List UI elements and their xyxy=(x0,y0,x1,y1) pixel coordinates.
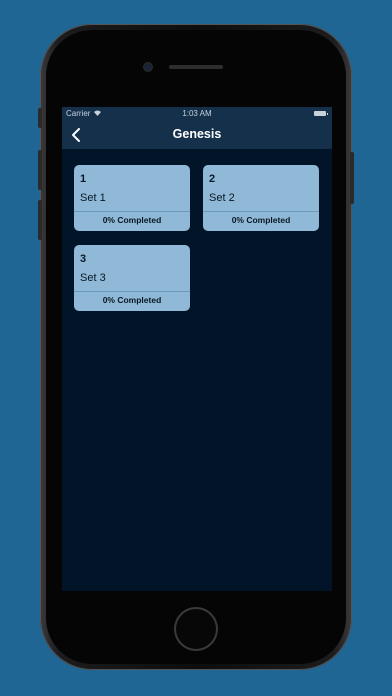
front-camera xyxy=(144,63,152,71)
set-card[interactable]: 3 Set 3 0% Completed xyxy=(74,245,190,311)
set-name: Set 3 xyxy=(80,272,106,284)
set-card[interactable]: 1 Set 1 0% Completed xyxy=(74,165,190,231)
volume-down-button xyxy=(38,200,42,240)
set-number: 3 xyxy=(80,253,87,265)
card-divider xyxy=(203,211,319,212)
silent-switch xyxy=(38,108,42,128)
card-divider xyxy=(74,291,190,292)
app-screen: Carrier 1:03 AM Genesis 1 Set 1 0% Compl… xyxy=(62,107,332,591)
home-button[interactable] xyxy=(176,609,216,649)
volume-up-button xyxy=(38,150,42,190)
set-progress: 0% Completed xyxy=(231,215,291,225)
earpiece-speaker xyxy=(169,65,223,69)
set-name: Set 1 xyxy=(80,192,106,204)
status-time: 1:03 AM xyxy=(182,109,212,118)
set-progress: 0% Completed xyxy=(102,215,162,225)
battery-icon xyxy=(314,111,328,116)
page-title: Genesis xyxy=(172,127,222,141)
navigation-bar: Genesis xyxy=(62,121,332,149)
set-number: 2 xyxy=(209,173,216,185)
card-divider xyxy=(74,211,190,212)
set-progress: 0% Completed xyxy=(102,295,162,305)
set-card[interactable]: 2 Set 2 0% Completed xyxy=(203,165,319,231)
set-number: 1 xyxy=(80,173,87,185)
set-name: Set 2 xyxy=(209,192,235,204)
status-bar: Carrier 1:03 AM xyxy=(62,107,332,121)
power-button xyxy=(350,152,354,204)
